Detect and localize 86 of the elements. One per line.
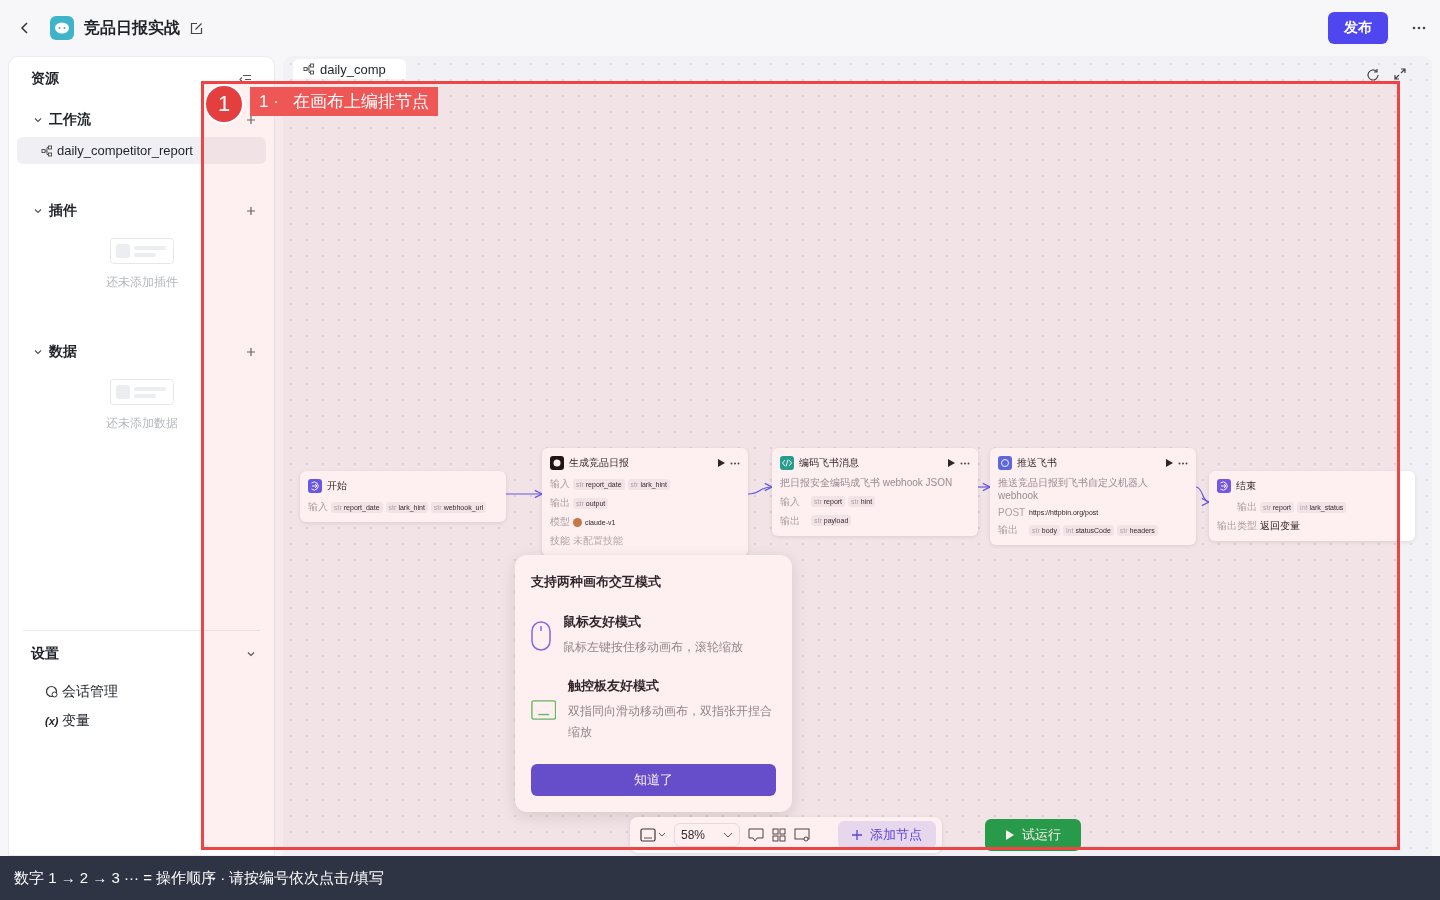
mode-title: 触控板友好模式 bbox=[568, 676, 661, 695]
code-node-icon bbox=[780, 456, 794, 470]
start-node-icon bbox=[308, 479, 322, 493]
row-label: 输入 bbox=[550, 477, 570, 491]
section-title: 数据 bbox=[49, 343, 78, 361]
empty-placeholder-icon bbox=[109, 379, 174, 405]
more-icon[interactable] bbox=[960, 461, 970, 465]
refresh-icon[interactable] bbox=[1366, 68, 1380, 82]
more-icon[interactable] bbox=[730, 461, 740, 465]
run-icon[interactable] bbox=[1166, 459, 1173, 467]
row-label: 输入 bbox=[308, 500, 328, 514]
row-value: 未配置技能 bbox=[573, 534, 623, 548]
add-icon[interactable] bbox=[246, 347, 256, 357]
connector-arrow bbox=[747, 483, 773, 495]
minimap-icon[interactable] bbox=[794, 828, 811, 842]
node-title: 推送飞书 bbox=[1017, 456, 1058, 470]
run-icon[interactable] bbox=[948, 459, 955, 467]
row-label: 输出类型 bbox=[1217, 519, 1257, 533]
run-icon[interactable] bbox=[718, 459, 725, 467]
end-node-icon bbox=[1217, 479, 1231, 493]
back-icon[interactable] bbox=[20, 22, 30, 34]
workflow-item[interactable]: daily_competitor_report bbox=[17, 137, 266, 164]
bot-logo-icon bbox=[50, 16, 74, 40]
project-title: 竞品日报实战 bbox=[84, 17, 180, 38]
row-label: 输出 bbox=[998, 523, 1019, 537]
section-title: 设置 bbox=[31, 645, 60, 663]
mode-description: 鼠标左键按住移动画布，滚轮缩放 bbox=[563, 639, 743, 656]
got-it-button[interactable]: 知道了 bbox=[531, 763, 776, 796]
add-icon[interactable] bbox=[246, 115, 256, 125]
node-description: 推送竞品日报到飞书自定义机器人 webhook bbox=[998, 477, 1149, 502]
chevron-icon[interactable] bbox=[33, 206, 43, 216]
empty-state-text: 还未添加数据 bbox=[105, 415, 178, 432]
add-icon[interactable] bbox=[246, 206, 256, 216]
empty-placeholder-icon bbox=[109, 238, 174, 264]
more-icon[interactable] bbox=[1412, 26, 1426, 30]
node-title: 生成竞品日报 bbox=[569, 456, 630, 470]
publish-button[interactable]: 发布 bbox=[1328, 12, 1388, 44]
trackpad-mode-icon[interactable] bbox=[640, 828, 666, 842]
row-label: 输入 bbox=[780, 494, 801, 509]
workflow-icon bbox=[303, 63, 315, 75]
play-icon bbox=[1005, 830, 1014, 840]
section-title: 工作流 bbox=[49, 111, 92, 129]
chevron-icon[interactable] bbox=[33, 115, 43, 125]
session-icon bbox=[45, 685, 58, 698]
chevron-icon[interactable] bbox=[33, 347, 43, 357]
canvas-tab[interactable]: daily_comp bbox=[293, 59, 406, 79]
row-label: 输出 bbox=[1236, 500, 1257, 514]
node-title: 开始 bbox=[327, 479, 348, 493]
node-title: 编码飞书消息 bbox=[799, 456, 860, 470]
expand-icon[interactable] bbox=[1394, 68, 1406, 80]
row-label: 模型 bbox=[550, 515, 570, 529]
row-value: 返回变量 bbox=[1260, 519, 1300, 533]
section-title: 插件 bbox=[49, 202, 78, 220]
settings-item[interactable]: (x) 变量 bbox=[17, 706, 266, 735]
row-label: 输出 bbox=[780, 513, 801, 528]
layout-icon[interactable] bbox=[772, 828, 787, 842]
row-label: 输出 bbox=[550, 496, 570, 510]
more-icon[interactable] bbox=[1178, 461, 1188, 465]
chevron-icon bbox=[723, 832, 734, 838]
trackpad-icon bbox=[531, 699, 557, 722]
plus-icon bbox=[852, 830, 863, 840]
step-instruction-label: 1 · 在画布上编排节点 bbox=[250, 87, 438, 116]
zoom-select[interactable]: 58% bbox=[674, 823, 741, 847]
connector-arrow bbox=[1195, 486, 1210, 505]
add-node-button[interactable]: 添加节点 bbox=[838, 821, 937, 849]
settings-item[interactable]: 会话管理 bbox=[17, 677, 266, 706]
node-description: 把日报安全编码成飞书 webhook JSON bbox=[780, 477, 954, 490]
sidebar-title: 资源 bbox=[31, 70, 59, 88]
llm-node-icon bbox=[550, 456, 564, 470]
workflow-icon bbox=[41, 144, 53, 157]
chevron-icon[interactable] bbox=[246, 649, 256, 659]
edit-icon[interactable] bbox=[190, 21, 203, 35]
mode-description: 双指同向滑动移动画布，双指张开捏合缩放 bbox=[568, 702, 774, 742]
row-label: 技能 bbox=[550, 534, 570, 548]
mode-title: 鼠标友好模式 bbox=[563, 613, 642, 631]
mouse-icon bbox=[531, 620, 551, 651]
connector-arrow bbox=[505, 489, 543, 499]
model-avatar-icon bbox=[573, 517, 582, 527]
node-title: 结束 bbox=[1236, 479, 1257, 493]
empty-state-text: 还未添加插件 bbox=[105, 274, 178, 291]
connector-arrow bbox=[977, 482, 991, 492]
comment-icon[interactable] bbox=[748, 828, 765, 842]
http-node-icon bbox=[998, 456, 1012, 470]
popup-title: 支持两种画布交互模式 bbox=[531, 573, 662, 591]
row-label: POST bbox=[998, 507, 1026, 518]
guide-text: 数字 1 → 2 → 3 ··· = 操作顺序 · 请按编号依次点击/填写 bbox=[14, 868, 384, 888]
